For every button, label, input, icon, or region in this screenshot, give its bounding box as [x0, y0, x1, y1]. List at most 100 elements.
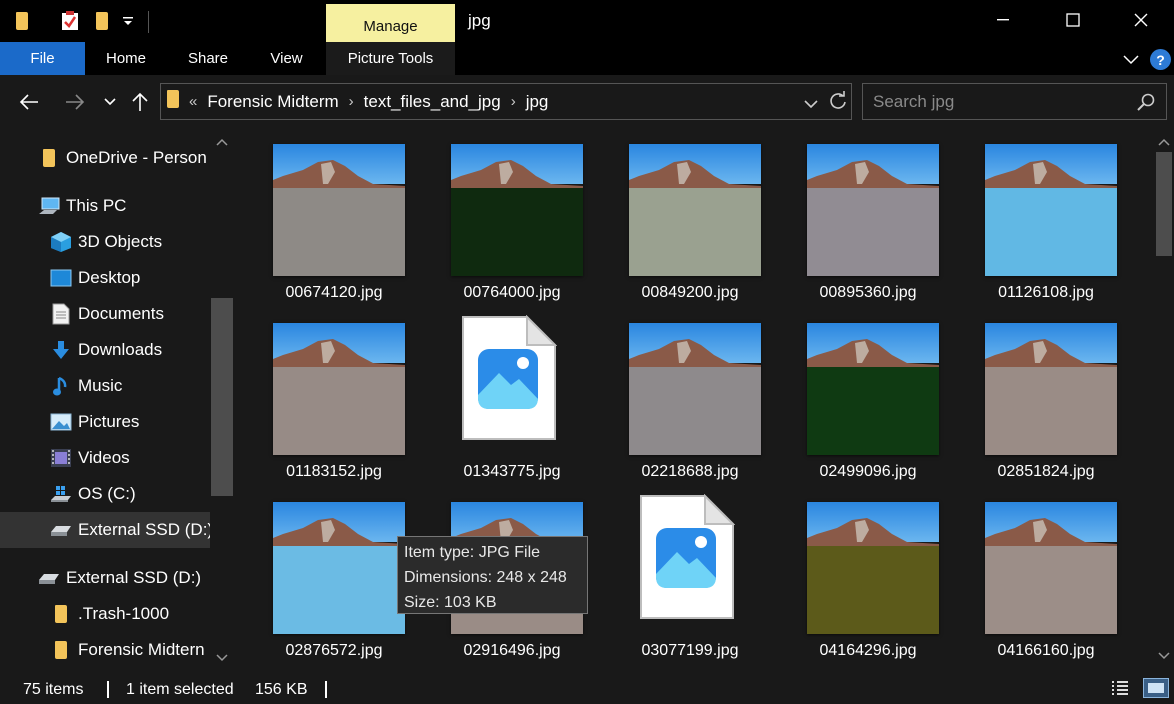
image-thumbnail: [273, 502, 405, 634]
help-icon[interactable]: ?: [1150, 49, 1171, 70]
sidebar-item-pictures[interactable]: Pictures: [0, 404, 210, 440]
large-icons-view-icon[interactable]: [1143, 678, 1169, 698]
file-item[interactable]: 04164296.jpg: [783, 488, 953, 660]
file-name: 02499096.jpg: [819, 463, 917, 480]
sidebar-item-label: Videos: [78, 448, 130, 467]
image-thumbnail: [985, 144, 1117, 276]
file-item[interactable]: 00849200.jpg: [605, 130, 775, 302]
file-item[interactable]: 02876572.jpg: [249, 488, 419, 660]
properties-icon[interactable]: [58, 10, 82, 32]
tab-picture-tools[interactable]: Picture Tools: [326, 42, 455, 75]
music-note-icon: [50, 375, 72, 397]
download-icon: [50, 339, 72, 361]
close-button[interactable]: [1106, 0, 1174, 40]
sidebar-item-label: Desktop: [78, 268, 141, 287]
details-view-icon[interactable]: [1110, 680, 1130, 703]
file-item[interactable]: 02499096.jpg: [783, 309, 953, 481]
pictures-icon: [50, 411, 72, 433]
content-scroll-thumb[interactable]: [1156, 152, 1172, 256]
tab-home[interactable]: Home: [85, 42, 167, 75]
separator: [107, 681, 109, 698]
file-item[interactable]: 01183152.jpg: [249, 309, 419, 481]
navigation-pane: OneDrive - Person This PC 3D Objects Des…: [0, 130, 236, 670]
file-item[interactable]: 04166160.jpg: [961, 488, 1131, 660]
folder-icon[interactable]: [10, 10, 34, 32]
search-input[interactable]: [873, 90, 1123, 114]
breadcrumb-overflow[interactable]: «: [189, 93, 197, 110]
sidebar-item-label: .Trash-1000: [78, 604, 170, 623]
file-name: 02218688.jpg: [641, 463, 739, 480]
tab-share[interactable]: Share: [167, 42, 249, 75]
chevron-right-icon[interactable]: ›: [349, 93, 354, 110]
file-name: 02916496.jpg: [463, 642, 561, 659]
tab-manage[interactable]: Manage: [326, 4, 455, 42]
sidebar-item-music[interactable]: Music: [0, 368, 210, 404]
file-name: 00849200.jpg: [641, 284, 739, 301]
back-arrow-icon[interactable]: [16, 89, 42, 115]
selection-count: 1 item selected: [126, 681, 234, 698]
new-folder-icon[interactable]: [90, 10, 114, 32]
address-bar[interactable]: « Forensic Midterm › text_files_and_jpg …: [160, 83, 852, 120]
sidebar-item-documents[interactable]: Documents: [0, 296, 210, 332]
file-view: 00674120.jpg 00764000.jpg 00849200.jpg 0089…: [237, 130, 1153, 670]
sidebar-scroll-thumb[interactable]: [211, 298, 233, 496]
image-thumbnail: [985, 323, 1117, 455]
image-file-icon: [462, 315, 557, 440]
file-item[interactable]: 00674120.jpg: [249, 130, 419, 302]
image-thumbnail: [807, 502, 939, 634]
tab-file[interactable]: File: [0, 42, 85, 75]
sidebar-item-forensic-midterm[interactable]: Forensic Midtern: [0, 632, 210, 668]
sidebar-item-this-pc[interactable]: This PC: [0, 188, 210, 224]
sidebar-item-external-ssd[interactable]: External SSD (D:): [0, 512, 210, 548]
file-item[interactable]: 00764000.jpg: [427, 130, 597, 302]
file-item[interactable]: 00895360.jpg: [783, 130, 953, 302]
sidebar-item-label: External SSD (D:): [78, 520, 210, 539]
folder-icon: [50, 603, 72, 625]
recent-locations-chevron-icon[interactable]: [100, 89, 120, 115]
sidebar-item-downloads[interactable]: Downloads: [0, 332, 210, 368]
sidebar-item-label: Music: [78, 376, 123, 395]
separator: [325, 681, 327, 698]
folder-icon: [167, 90, 179, 113]
sidebar-item-onedrive[interactable]: OneDrive - Person: [0, 140, 210, 176]
maximize-button[interactable]: [1038, 0, 1108, 40]
sidebar-item-os-c[interactable]: OS (C:): [0, 476, 210, 512]
customize-toolbar-icon[interactable]: [118, 10, 138, 32]
search-icon[interactable]: [1137, 93, 1155, 116]
sidebar-item-trash[interactable]: .Trash-1000: [0, 596, 210, 632]
breadcrumb-text-files-and-jpg[interactable]: text_files_and_jpg: [364, 92, 501, 112]
manage-label: Manage: [363, 18, 418, 35]
tooltip-dimensions: Dimensions: 248 x 248: [404, 569, 567, 586]
image-thumbnail: [273, 144, 405, 276]
breadcrumb-jpg[interactable]: jpg: [526, 92, 549, 112]
address-dropdown-chevron-icon[interactable]: [804, 96, 818, 114]
file-item[interactable]: 02851824.jpg: [961, 309, 1131, 481]
minimize-button[interactable]: [968, 0, 1038, 40]
tab-view[interactable]: View: [249, 42, 324, 75]
file-name: 01126108.jpg: [998, 284, 1094, 301]
separator: [148, 11, 149, 33]
sidebar-item-external-ssd-root[interactable]: External SSD (D:): [0, 560, 210, 596]
sidebar-item-3d-objects[interactable]: 3D Objects: [0, 224, 210, 260]
image-file-icon: [640, 494, 735, 619]
expand-ribbon-chevron-icon[interactable]: [1122, 50, 1140, 68]
file-item[interactable]: 01126108.jpg: [961, 130, 1131, 302]
drive-icon: [38, 567, 60, 589]
computer-icon: [38, 195, 60, 217]
file-name: 00764000.jpg: [463, 284, 561, 301]
tooltip-size: Size: 103 KB: [404, 594, 497, 611]
sidebar-item-label: Documents: [78, 304, 164, 323]
forward-arrow-icon[interactable]: [62, 89, 88, 115]
refresh-icon[interactable]: [829, 91, 847, 116]
file-item[interactable]: 01343775.jpg: [427, 309, 597, 481]
sidebar-item-videos[interactable]: Videos: [0, 440, 210, 476]
image-thumbnail: [807, 323, 939, 455]
breadcrumb-forensic-midterm[interactable]: Forensic Midterm: [207, 92, 338, 112]
image-thumbnail: [273, 323, 405, 455]
file-name: 01343775.jpg: [463, 463, 561, 480]
file-item[interactable]: 02218688.jpg: [605, 309, 775, 481]
up-arrow-icon[interactable]: [128, 89, 152, 115]
sidebar-item-desktop[interactable]: Desktop: [0, 260, 210, 296]
chevron-right-icon[interactable]: ›: [511, 93, 516, 110]
file-item[interactable]: 03077199.jpg: [605, 488, 775, 660]
